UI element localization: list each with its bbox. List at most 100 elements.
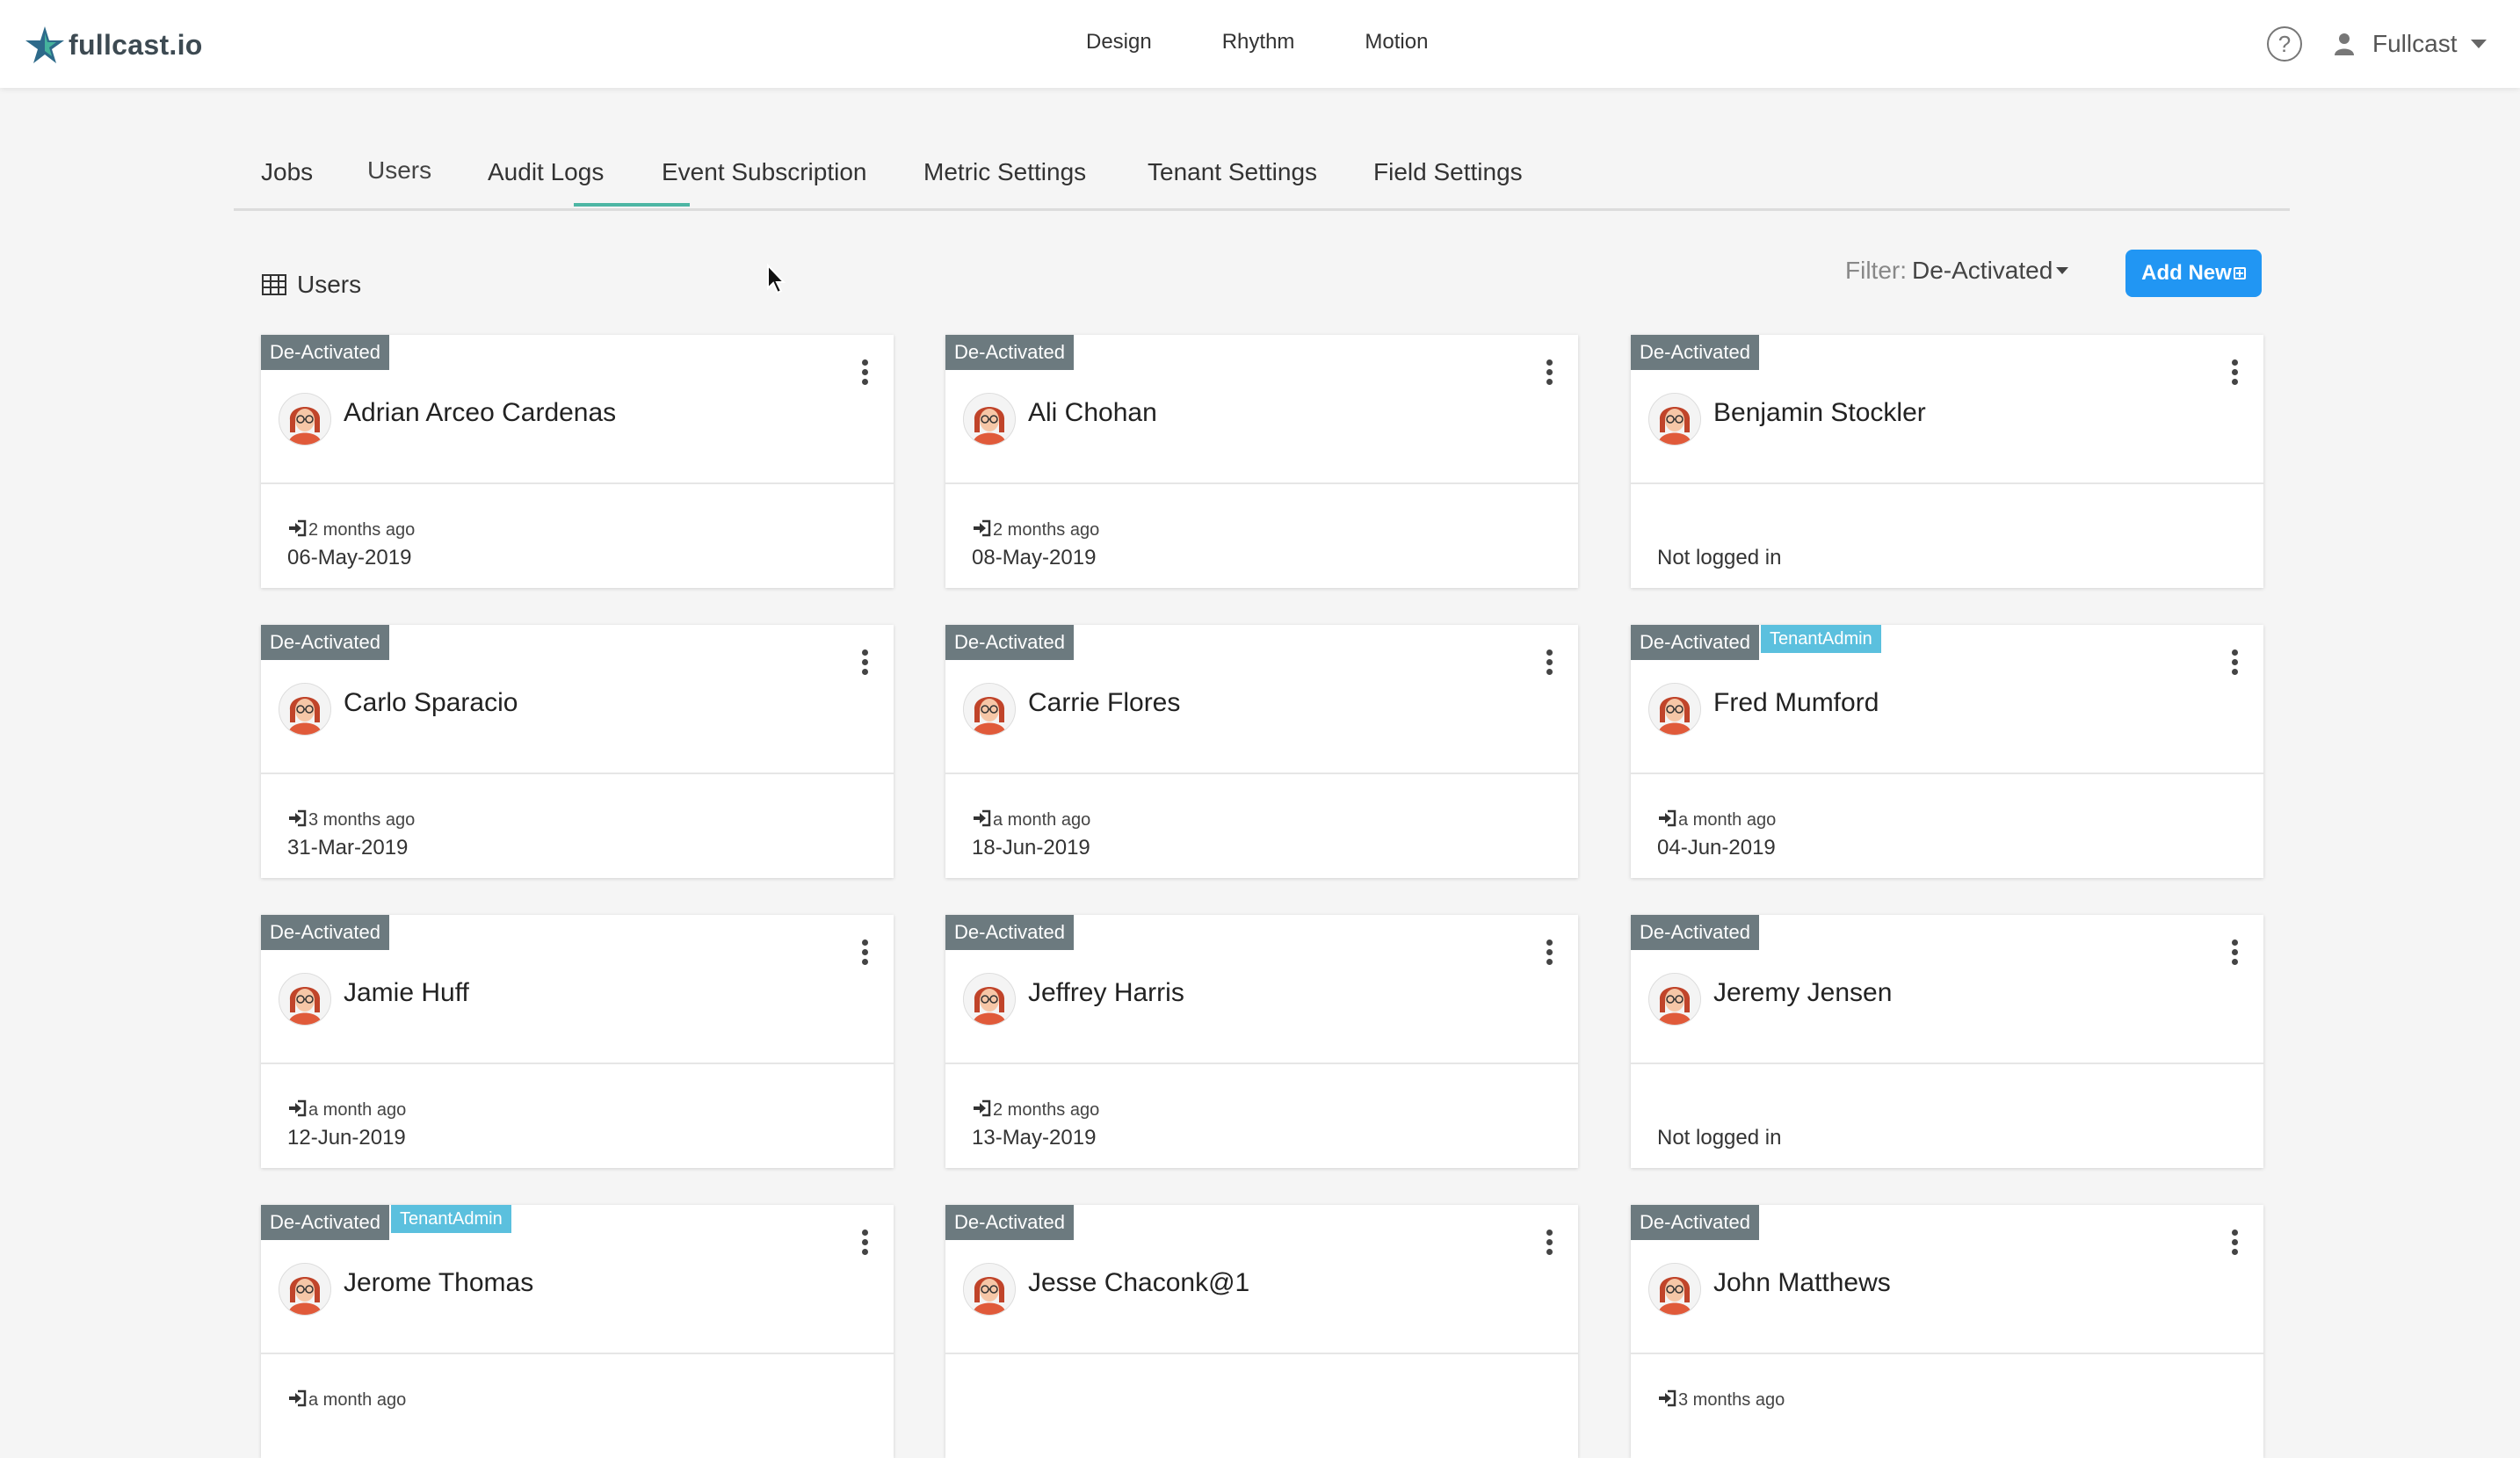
avatar <box>279 1263 331 1316</box>
status-badge: De-Activated <box>945 335 1074 370</box>
mouse-cursor-icon <box>767 264 786 294</box>
user-name[interactable]: Benjamin Stockler <box>1713 398 1926 428</box>
more-options-icon[interactable] <box>1545 1230 1553 1256</box>
top-nav-design[interactable]: Design <box>1086 26 1152 58</box>
avatar <box>963 683 1016 736</box>
status-filter[interactable]: Filter: De-Activated <box>1845 257 2069 285</box>
status-badge: De-Activated <box>945 915 1074 950</box>
more-options-icon[interactable] <box>1545 939 1553 966</box>
sign-in-icon <box>972 809 993 831</box>
user-card[interactable]: De-Activated Adrian Arceo Cardenas 2 month… <box>261 335 894 588</box>
last-login-date: 18-Jun-2019 <box>972 836 1090 860</box>
more-options-icon[interactable] <box>2230 359 2239 386</box>
sign-in-icon <box>287 809 308 831</box>
more-options-icon[interactable] <box>860 359 869 386</box>
user-name[interactable]: Jeffrey Harris <box>1028 978 1184 1008</box>
more-options-icon[interactable] <box>860 1230 869 1256</box>
brand-logo[interactable]: fullcast.io <box>25 23 203 67</box>
add-new-label: Add New <box>2141 261 2232 285</box>
user-card-header: De-Activated Benjamin Stockler <box>1631 335 2263 484</box>
add-new-button[interactable]: Add New <box>2125 250 2262 297</box>
last-login: a month ago <box>972 809 1090 831</box>
user-card[interactable]: De-Activated TenantAdmin Fred Mumford a mon… <box>1631 625 2263 878</box>
user-name[interactable]: Jerome Thomas <box>344 1268 533 1298</box>
status-badge: De-Activated <box>261 625 389 660</box>
role-badge: TenantAdmin <box>391 1205 511 1233</box>
status-badge: De-Activated <box>1631 915 1759 950</box>
chevron-down-icon <box>2056 267 2069 274</box>
avatar <box>963 973 1016 1026</box>
sign-in-icon <box>287 519 308 541</box>
user-name[interactable]: Jamie Huff <box>344 978 469 1008</box>
sign-in-icon <box>972 519 993 541</box>
plus-square-icon <box>2233 267 2246 279</box>
sign-in-icon <box>972 1099 993 1121</box>
more-options-icon[interactable] <box>2230 649 2239 676</box>
avatar <box>279 393 331 446</box>
user-name[interactable]: Ali Chohan <box>1028 398 1157 428</box>
tab-users[interactable]: Users <box>367 156 431 185</box>
more-options-icon[interactable] <box>1545 649 1553 676</box>
user-card-header: De-Activated Adrian Arceo Cardenas <box>261 335 894 484</box>
more-options-icon[interactable] <box>2230 1230 2239 1256</box>
last-login-ago: 2 months ago <box>308 520 416 540</box>
user-card[interactable]: De-Activated Jesse Chaconk@1 <box>945 1205 1578 1458</box>
user-card[interactable]: De-Activated Jeffrey Harris 2 months ago 13… <box>945 915 1578 1168</box>
top-nav-rhythm[interactable]: Rhythm <box>1222 26 1295 58</box>
more-options-icon[interactable] <box>2230 939 2239 966</box>
user-menu[interactable]: Fullcast <box>2334 26 2487 62</box>
settings-tabs: Jobs Users Audit Logs Event Subscription… <box>234 137 2290 211</box>
last-login-date: 04-Jun-2019 <box>1657 836 1776 860</box>
last-login-date: 12-Jun-2019 <box>287 1126 406 1150</box>
user-card[interactable]: De-Activated TenantAdmin Jerome Thomas a mo… <box>261 1205 894 1458</box>
top-nav-motion[interactable]: Motion <box>1365 26 1428 58</box>
user-card[interactable]: De-Activated Jamie Huff a month ago 12-Jun-… <box>261 915 894 1168</box>
user-name[interactable]: John Matthews <box>1713 1268 1891 1298</box>
status-badge: De-Activated <box>1631 335 1759 370</box>
last-login: 2 months ago <box>972 1099 1099 1121</box>
tab-audit-logs[interactable]: Audit Logs <box>488 158 604 186</box>
tab-event-subscription[interactable]: Event Subscription <box>662 158 866 186</box>
user-card-header: De-Activated TenantAdmin Jerome Thomas <box>261 1205 894 1354</box>
user-name[interactable]: Fred Mumford <box>1713 688 1879 718</box>
more-options-icon[interactable] <box>860 649 869 676</box>
section-title-text: Users <box>297 271 362 298</box>
user-card[interactable]: De-Activated Carlo Sparacio 3 months ago 31… <box>261 625 894 878</box>
avatar <box>1648 683 1701 736</box>
user-name[interactable]: Carlo Sparacio <box>344 688 518 718</box>
tab-field-settings[interactable]: Field Settings <box>1373 158 1523 186</box>
user-card-header: De-Activated Jeremy Jensen <box>1631 915 2263 1064</box>
user-card-header: De-Activated Jamie Huff <box>261 915 894 1064</box>
status-badge: De-Activated <box>261 915 389 950</box>
more-options-icon[interactable] <box>860 939 869 966</box>
user-card[interactable]: De-Activated Benjamin Stockler Not logged … <box>1631 335 2263 588</box>
user-card[interactable]: De-Activated Ali Chohan 2 months ago 08-May… <box>945 335 1578 588</box>
user-name[interactable]: Carrie Flores <box>1028 688 1180 718</box>
user-card-header: De-Activated Carrie Flores <box>945 625 1578 774</box>
status-badge: De-Activated <box>1631 1205 1759 1240</box>
user-name[interactable]: Jeremy Jensen <box>1713 978 1892 1008</box>
filter-value: De-Activated <box>1912 257 2053 284</box>
tab-tenant-settings[interactable]: Tenant Settings <box>1148 158 1317 186</box>
user-card[interactable]: De-Activated Jeremy Jensen Not logged in <box>1631 915 2263 1168</box>
user-card[interactable]: De-Activated Carrie Flores a month ago 18-J… <box>945 625 1578 878</box>
top-bar: fullcast.io Design Rhythm Motion ? Fullc… <box>0 0 2520 88</box>
avatar <box>1648 393 1701 446</box>
avatar <box>963 393 1016 446</box>
help-icon[interactable]: ? <box>2267 26 2302 62</box>
last-login-ago: 2 months ago <box>993 520 1100 540</box>
role-badge: TenantAdmin <box>1761 625 1881 653</box>
tab-jobs[interactable]: Jobs <box>261 158 313 186</box>
user-card-header: De-Activated John Matthews <box>1631 1205 2263 1354</box>
user-name[interactable]: Adrian Arceo Cardenas <box>344 398 616 428</box>
user-card[interactable]: De-Activated John Matthews 3 months ago <box>1631 1205 2263 1458</box>
tab-metric-settings[interactable]: Metric Settings <box>923 158 1086 186</box>
avatar <box>963 1263 1016 1316</box>
chevron-down-icon <box>2471 40 2487 48</box>
user-card-header: De-Activated Ali Chohan <box>945 335 1578 484</box>
last-login-date: 06-May-2019 <box>287 546 412 569</box>
more-options-icon[interactable] <box>1545 359 1553 386</box>
table-icon <box>262 274 286 295</box>
user-menu-name: Fullcast <box>2372 30 2458 57</box>
user-name[interactable]: Jesse Chaconk@1 <box>1028 1268 1249 1298</box>
